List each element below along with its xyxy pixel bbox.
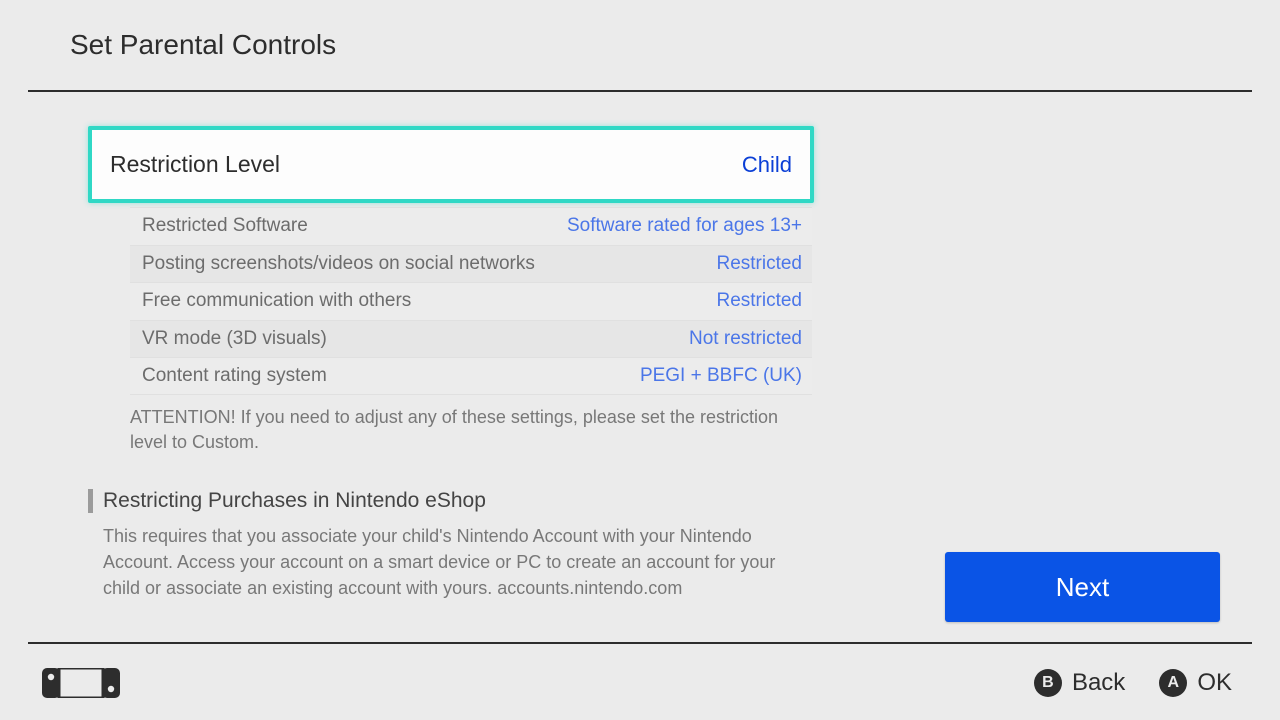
- setting-label: VR mode (3D visuals): [142, 328, 327, 350]
- setting-row: Free communication with others Restricte…: [130, 282, 812, 320]
- header: Set Parental Controls: [0, 0, 1280, 90]
- setting-label: Content rating system: [142, 365, 327, 387]
- setting-row: Content rating system PEGI + BBFC (UK): [130, 357, 812, 395]
- setting-label: Posting screenshots/videos on social net…: [142, 253, 535, 275]
- main: Restriction Level Child Restricted Softw…: [0, 92, 1280, 642]
- b-button-icon: B: [1034, 669, 1062, 697]
- setting-row: VR mode (3D visuals) Not restricted: [130, 320, 812, 358]
- right-column: Next: [820, 92, 1280, 642]
- setting-value: Not restricted: [689, 328, 802, 350]
- setting-row: Restricted Software Software rated for a…: [130, 207, 812, 245]
- ok-hint[interactable]: A OK: [1159, 669, 1232, 697]
- restriction-level-value: Child: [742, 152, 792, 178]
- footer-hints: B Back A OK: [1034, 669, 1232, 697]
- page-title: Set Parental Controls: [70, 29, 336, 61]
- setting-value: Software rated for ages 13+: [567, 215, 802, 237]
- setting-label: Free communication with others: [142, 290, 411, 312]
- restriction-level-label: Restriction Level: [110, 151, 280, 178]
- section-bar-icon: [88, 489, 93, 513]
- next-button[interactable]: Next: [945, 552, 1220, 622]
- setting-value: PEGI + BBFC (UK): [640, 365, 802, 387]
- settings-list: Restricted Software Software rated for a…: [130, 207, 812, 395]
- setting-value: Restricted: [716, 253, 802, 275]
- back-label: Back: [1072, 669, 1125, 697]
- next-button-label: Next: [1056, 572, 1109, 603]
- ok-label: OK: [1197, 669, 1232, 697]
- setting-value: Restricted: [716, 290, 802, 312]
- section-heading: Restricting Purchases in Nintendo eShop: [88, 489, 820, 513]
- a-button-icon: A: [1159, 669, 1187, 697]
- setting-label: Restricted Software: [142, 215, 308, 237]
- back-hint[interactable]: B Back: [1034, 669, 1125, 697]
- footer: B Back A OK: [0, 644, 1280, 720]
- restriction-level-row[interactable]: Restriction Level Child: [88, 126, 814, 203]
- section-body: This requires that you associate your ch…: [103, 523, 783, 601]
- section-title: Restricting Purchases in Nintendo eShop: [103, 489, 486, 513]
- attention-text: ATTENTION! If you need to adjust any of …: [130, 405, 800, 455]
- left-column: Restriction Level Child Restricted Softw…: [0, 92, 820, 642]
- setting-row: Posting screenshots/videos on social net…: [130, 245, 812, 283]
- console-icon: [42, 668, 120, 698]
